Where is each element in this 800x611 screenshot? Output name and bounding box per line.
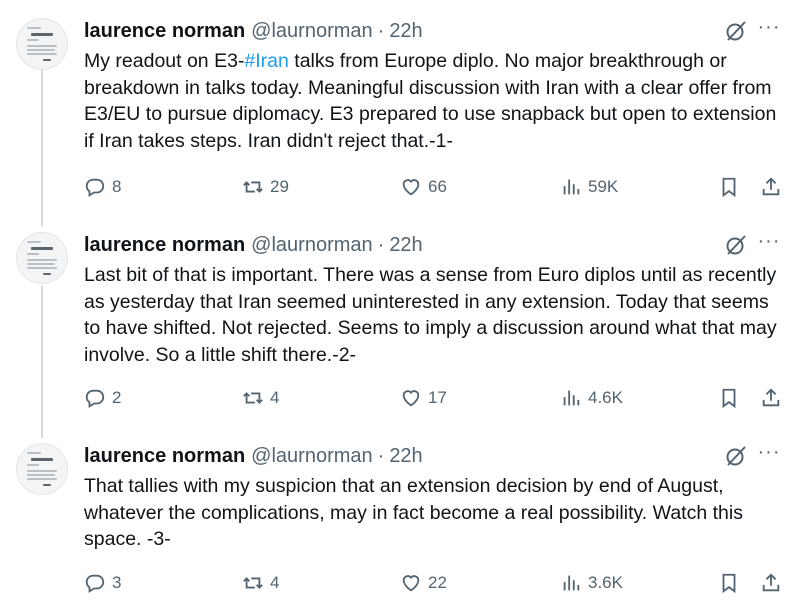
- separator-dot: ·: [377, 19, 385, 42]
- bookmark-icon: [722, 573, 736, 594]
- tweet-text: That tallies with my suspicion that an e…: [84, 473, 784, 553]
- heart-icon: [402, 390, 420, 407]
- heart-icon: [402, 179, 420, 196]
- views-button[interactable]: 4.6K: [560, 385, 623, 411]
- repost-arrows-icon: [243, 577, 263, 589]
- tweet-header: laurence norman @laurnorman · 22h: [84, 443, 423, 469]
- heart-icon: [402, 575, 420, 592]
- repost-button[interactable]: 4: [242, 570, 279, 596]
- bookmark-button[interactable]: [718, 174, 740, 200]
- timestamp[interactable]: 22h: [389, 20, 422, 43]
- reply-button[interactable]: 8: [84, 174, 121, 200]
- bar-chart-icon: [563, 575, 580, 591]
- share-upload-icon: [762, 388, 780, 407]
- tweet[interactable]: laurence norman @laurnorman · 22h ··· My…: [0, 17, 800, 208]
- author-handle[interactable]: @laurnorman: [251, 20, 372, 43]
- repost-arrows-icon: [243, 392, 263, 404]
- more-options-button[interactable]: ···: [756, 231, 782, 256]
- more-options-button[interactable]: ···: [756, 442, 782, 467]
- grok-slash-circle-icon[interactable]: [724, 233, 748, 257]
- repost-button[interactable]: 29: [242, 174, 289, 200]
- author-name[interactable]: laurence norman: [84, 445, 245, 468]
- avatar[interactable]: [16, 443, 68, 495]
- action-bar: 2 4 17 4.6K: [84, 385, 784, 411]
- tweet[interactable]: laurence norman @laurnorman · 22h ··· Th…: [0, 442, 800, 608]
- bar-chart-icon: [563, 390, 580, 406]
- share-button[interactable]: [760, 385, 782, 411]
- more-options-button[interactable]: ···: [756, 17, 782, 42]
- share-upload-icon: [762, 573, 780, 592]
- views-button[interactable]: 3.6K: [560, 570, 623, 596]
- reply-count: 8: [112, 177, 122, 196]
- speech-bubble-icon: [85, 178, 105, 197]
- grok-slash-circle-icon[interactable]: [724, 444, 748, 468]
- repost-count: 29: [270, 177, 289, 196]
- timestamp[interactable]: 22h: [389, 445, 422, 468]
- author-handle[interactable]: @laurnorman: [251, 234, 372, 257]
- share-upload-icon: [762, 177, 780, 196]
- reply-button[interactable]: 2: [84, 385, 121, 411]
- bookmark-button[interactable]: [718, 570, 740, 596]
- tweet-text: Last bit of that is important. There was…: [84, 262, 784, 368]
- view-count: 59K: [588, 177, 619, 196]
- views-button[interactable]: 59K: [560, 174, 618, 200]
- reply-count: 2: [112, 388, 122, 407]
- reply-button[interactable]: 3: [84, 570, 121, 596]
- share-button[interactable]: [760, 174, 782, 200]
- view-count: 3.6K: [588, 573, 623, 592]
- like-button[interactable]: 17: [400, 385, 447, 411]
- like-button[interactable]: 22: [400, 570, 447, 596]
- separator-dot: ·: [377, 444, 385, 467]
- grok-slash-circle-icon[interactable]: [724, 19, 748, 43]
- tweet-header: laurence norman @laurnorman · 22h: [84, 232, 423, 258]
- repost-count: 4: [270, 388, 280, 407]
- like-count: 22: [428, 573, 447, 592]
- repost-button[interactable]: 4: [242, 385, 279, 411]
- bookmark-icon: [722, 177, 736, 198]
- avatar[interactable]: [16, 18, 68, 70]
- share-button[interactable]: [760, 570, 782, 596]
- repost-arrows-icon: [243, 181, 263, 193]
- speech-bubble-icon: [85, 389, 105, 408]
- action-bar: 3 4 22 3.6K: [84, 570, 784, 596]
- tweet[interactable]: laurence norman @laurnorman · 22h ··· La…: [0, 231, 800, 422]
- timestamp[interactable]: 22h: [389, 234, 422, 257]
- bar-chart-icon: [563, 179, 580, 195]
- reply-count: 3: [112, 573, 122, 592]
- tweet-header: laurence norman @laurnorman · 22h: [84, 18, 423, 44]
- repost-count: 4: [270, 573, 280, 592]
- separator-dot: ·: [377, 233, 385, 256]
- author-handle[interactable]: @laurnorman: [251, 445, 372, 468]
- like-button[interactable]: 66: [400, 174, 447, 200]
- tweet-text: My readout on E3-#Iran talks from Europe…: [84, 48, 784, 154]
- bookmark-button[interactable]: [718, 385, 740, 411]
- avatar[interactable]: [16, 232, 68, 284]
- speech-bubble-icon: [85, 574, 105, 593]
- tweet-text-part: My readout on E3-: [84, 50, 245, 72]
- bookmark-icon: [722, 388, 736, 409]
- author-name[interactable]: laurence norman: [84, 20, 245, 43]
- tweet-text-part: That tallies with my suspicion that an e…: [84, 475, 743, 550]
- view-count: 4.6K: [588, 388, 623, 407]
- like-count: 17: [428, 388, 447, 407]
- tweet-text-part: Last bit of that is important. There was…: [84, 264, 777, 366]
- author-name[interactable]: laurence norman: [84, 234, 245, 257]
- action-bar: 8 29 66 59K: [84, 174, 784, 200]
- hashtag-link[interactable]: #Iran: [244, 50, 288, 72]
- like-count: 66: [428, 177, 447, 196]
